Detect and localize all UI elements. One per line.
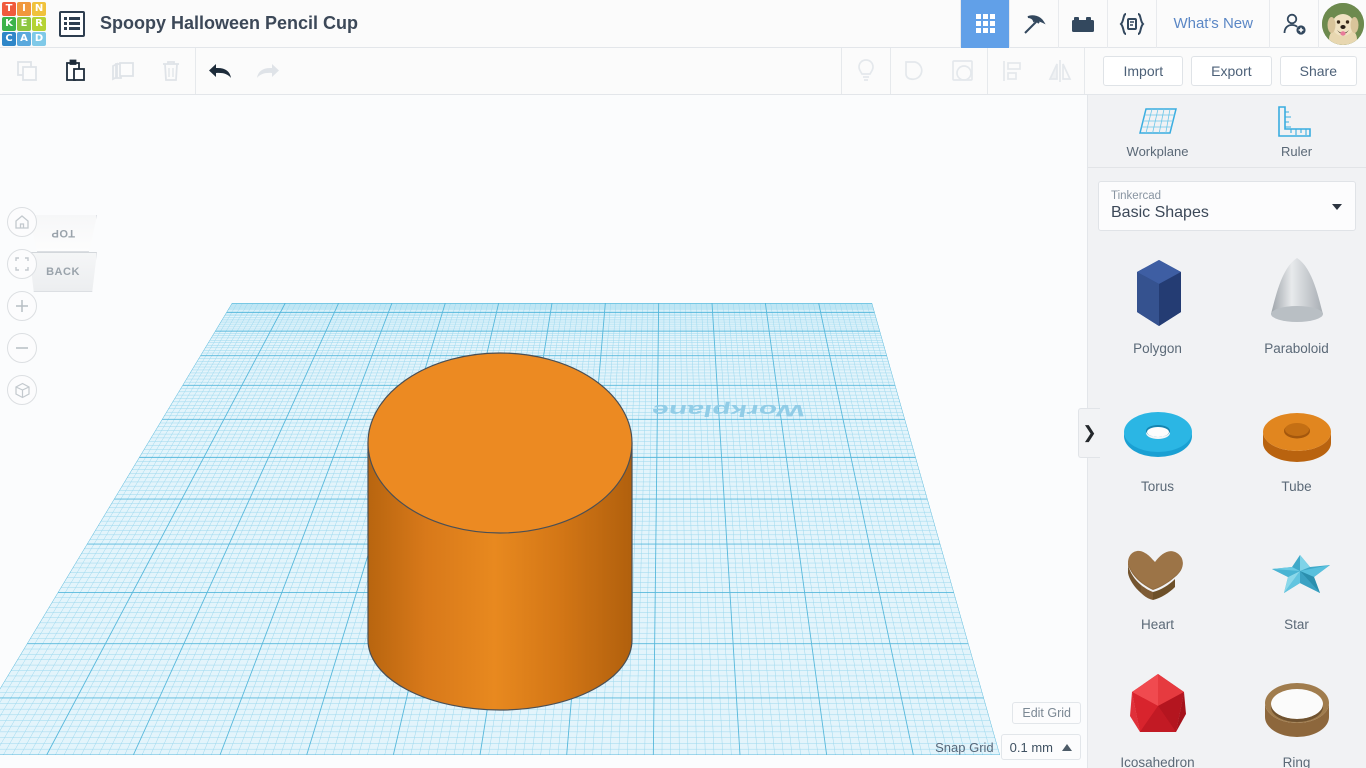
edit-grid-button[interactable]: Edit Grid	[1012, 702, 1081, 724]
shape-library-value: Basic Shapes	[1111, 203, 1209, 221]
star-icon	[1254, 525, 1340, 617]
panel-tools: Workplane Ruler	[1088, 95, 1366, 168]
snap-grid-select[interactable]: 0.1 mm	[1000, 734, 1081, 760]
workplane-tool-label: Workplane	[1126, 143, 1189, 159]
shape-item-torus[interactable]: Torus	[1088, 381, 1227, 519]
document-actions: Import Export Share	[1103, 56, 1366, 86]
delete-button[interactable]	[147, 48, 195, 94]
ortho-toggle-button[interactable]	[7, 375, 37, 405]
top-nav-actions: What's New	[960, 0, 1366, 48]
copy-button[interactable]	[3, 48, 51, 94]
codeblocks-icon[interactable]	[1107, 0, 1156, 48]
logo-tile: I	[17, 1, 31, 16]
dog-avatar-image	[1321, 2, 1364, 45]
logo-tile: E	[17, 16, 31, 31]
ungroup-button[interactable]	[939, 48, 987, 94]
add-person-icon[interactable]	[1269, 0, 1318, 48]
top-navigation-bar: T I N K E R C A D Spoopy Halloween Penci…	[0, 0, 1366, 48]
paraboloid-icon	[1257, 249, 1337, 341]
duplicate-button[interactable]	[99, 48, 147, 94]
shape-label: Torus	[1140, 479, 1174, 494]
paste-button[interactable]	[51, 48, 99, 94]
whats-new-link[interactable]: What's New	[1156, 0, 1269, 48]
notes-button[interactable]	[842, 48, 890, 94]
logo-tile: T	[2, 1, 16, 16]
shape-item-paraboloid[interactable]: Paraboloid	[1227, 243, 1366, 381]
snap-grid-value: 0.1 mm	[1009, 739, 1053, 755]
shape-item-heart[interactable]: Heart	[1088, 519, 1227, 657]
list-menu-icon[interactable]	[59, 10, 85, 37]
3d-viewport[interactable]: Workplane TOP BACK Edit Grid Snap Grid 0…	[0, 95, 1087, 768]
shape-label: Heart	[1140, 617, 1174, 632]
shape-label: Star	[1284, 617, 1309, 632]
home-view-button[interactable]	[7, 207, 37, 237]
chevron-right-icon[interactable]: ❯	[1078, 408, 1100, 458]
snap-grid-label: Snap Grid	[935, 739, 994, 755]
ruler-tool-label: Ruler	[1280, 143, 1313, 159]
ruler-icon	[1277, 105, 1311, 137]
shape-label: Ring	[1282, 755, 1311, 768]
logo-tile: A	[17, 31, 31, 46]
tinkercad-logo[interactable]: T I N K E R C A D	[2, 1, 46, 46]
shape-item-ring[interactable]: Ring	[1227, 657, 1366, 768]
snap-grid-control: Snap Grid 0.1 mm	[935, 734, 1081, 760]
fit-view-button[interactable]	[7, 249, 37, 279]
logo-tile: N	[32, 1, 46, 16]
shape-grid: Polygon Paraboloid Torus Tube Heart Star…	[1088, 243, 1366, 768]
shape-label: Icosahedron	[1120, 755, 1195, 768]
zoom-out-button[interactable]	[7, 333, 37, 363]
logo-tile: R	[32, 16, 46, 31]
workplane-label: Workplane	[650, 401, 807, 420]
shape-label: Tube	[1281, 479, 1312, 494]
avatar[interactable]	[1318, 0, 1366, 48]
tube-icon	[1254, 387, 1340, 479]
undo-button[interactable]	[196, 48, 244, 94]
workplane-grid-icon	[1138, 107, 1177, 134]
icosahedron-icon	[1118, 663, 1198, 755]
grid-icon[interactable]	[960, 0, 1010, 48]
polygon-icon	[1119, 249, 1197, 341]
workplane-grid	[0, 303, 1000, 755]
import-button[interactable]: Import	[1103, 56, 1184, 86]
view-cube-back-face[interactable]: BACK	[29, 252, 97, 292]
share-button[interactable]: Share	[1279, 56, 1357, 86]
shape-item-star[interactable]: Star	[1227, 519, 1366, 657]
edit-toolbar: Import Export Share	[0, 48, 1366, 95]
shape-library-source: Tinkercad	[1111, 189, 1162, 202]
toolbar-divider	[1084, 48, 1085, 94]
shape-item-icosahedron[interactable]: Icosahedron	[1088, 657, 1227, 768]
shape-label: Polygon	[1133, 341, 1182, 356]
caret-up-icon	[1062, 743, 1072, 751]
group-button[interactable]	[891, 48, 939, 94]
zoom-in-button[interactable]	[7, 291, 37, 321]
shape-item-tube[interactable]: Tube	[1227, 381, 1366, 519]
pickaxe-icon[interactable]	[1009, 0, 1058, 48]
heart-icon	[1115, 525, 1201, 617]
ruler-tool[interactable]: Ruler	[1227, 95, 1366, 167]
logo-tile: K	[2, 16, 16, 31]
shape-item-polygon[interactable]: Polygon	[1088, 243, 1227, 381]
cylinder-object	[367, 352, 633, 711]
torus-icon	[1115, 387, 1201, 479]
ring-icon	[1254, 663, 1340, 755]
shape-library-select[interactable]: Tinkercad Basic Shapes	[1098, 181, 1356, 231]
shape-label: Paraboloid	[1264, 341, 1329, 356]
chevron-down-icon	[1332, 204, 1342, 210]
lego-brick-icon[interactable]	[1058, 0, 1107, 48]
workplane-tool[interactable]: Workplane	[1088, 95, 1227, 167]
logo-tile: C	[2, 31, 16, 46]
export-button[interactable]: Export	[1191, 56, 1272, 86]
view-cube-top-face[interactable]: TOP	[29, 215, 97, 252]
mirror-button[interactable]	[1036, 48, 1084, 94]
logo-tile: D	[32, 31, 46, 46]
shapes-panel: Workplane Ruler Tinkercad Basic Shapes P…	[1087, 95, 1366, 768]
page-title[interactable]: Spoopy Halloween Pencil Cup	[100, 13, 358, 34]
align-button[interactable]	[988, 48, 1036, 94]
redo-button[interactable]	[244, 48, 292, 94]
